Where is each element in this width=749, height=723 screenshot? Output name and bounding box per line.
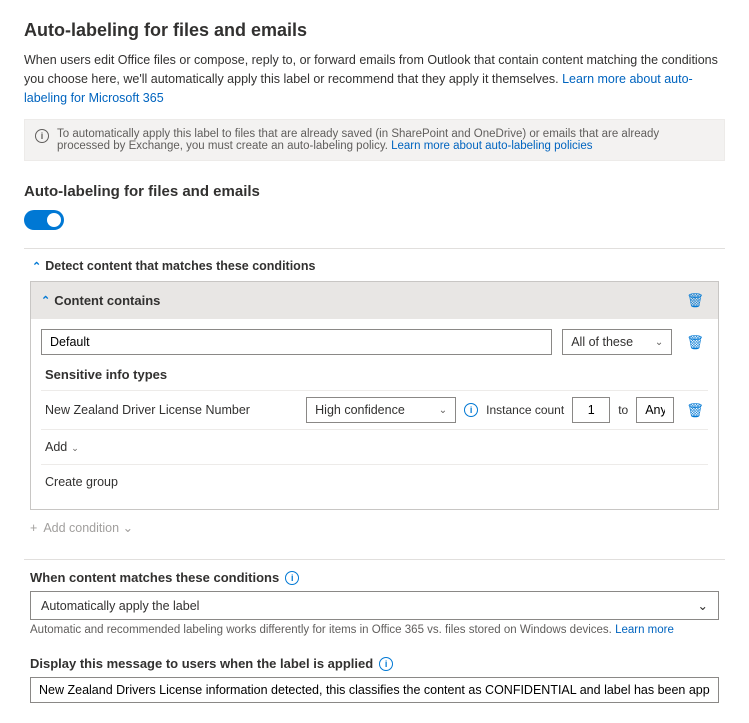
group-name-input[interactable] (41, 329, 552, 355)
info-icon[interactable]: i (285, 571, 299, 585)
info-icon[interactable]: i (464, 403, 478, 417)
display-message-label: Display this message to users when the l… (30, 656, 719, 671)
detect-conditions-header[interactable]: ⌃Detect content that matches these condi… (32, 259, 725, 273)
content-contains-header[interactable]: ⌃ Content contains 🗑 (31, 282, 718, 319)
chevron-down-icon: ⌄ (698, 598, 708, 613)
chevron-down-icon: ⌄ (123, 521, 133, 535)
info-banner: i To automatically apply this label to f… (24, 119, 725, 161)
plus-icon: + (30, 521, 37, 535)
instance-from-input[interactable] (572, 397, 610, 423)
instance-to-input[interactable] (636, 397, 674, 423)
operator-select[interactable]: All of these⌄ (562, 329, 672, 355)
delete-icon[interactable]: 🗑 (682, 400, 708, 421)
chevron-up-icon: ⌃ (41, 294, 50, 307)
page-description: When users edit Office files or compose,… (24, 51, 725, 107)
page-title: Auto-labeling for files and emails (24, 20, 725, 41)
sit-name: New Zealand Driver License Number (41, 403, 298, 417)
info-icon[interactable]: i (379, 657, 393, 671)
delete-icon[interactable]: 🗑 (682, 290, 708, 311)
content-contains-box: ⌃ Content contains 🗑 All of these⌄ 🗑 Sen… (30, 281, 719, 510)
sensitive-info-types-label: Sensitive info types (45, 367, 708, 382)
section-heading: Auto-labeling for files and emails (24, 183, 725, 200)
sensitive-info-row: New Zealand Driver License Number High c… (41, 390, 708, 429)
action-hint: Automatic and recommended labeling works… (30, 624, 719, 636)
divider (24, 559, 725, 560)
add-button[interactable]: Add⌄ (41, 429, 708, 464)
action-select[interactable]: Automatically apply the label⌄ (30, 591, 719, 620)
instance-count-label: Instance count (486, 403, 564, 417)
chevron-down-icon: ⌄ (439, 405, 447, 416)
chevron-up-icon: ⌃ (32, 260, 41, 273)
chevron-down-icon: ⌄ (71, 443, 79, 453)
learn-more-link[interactable]: Learn more (615, 624, 674, 636)
autolabel-toggle[interactable] (24, 210, 64, 230)
create-group-button[interactable]: Create group (41, 464, 708, 499)
display-message-input[interactable] (30, 677, 719, 703)
info-icon: i (35, 129, 49, 143)
when-matches-label: When content matches these conditions i (30, 570, 719, 585)
chevron-down-icon: ⌄ (655, 337, 663, 348)
confidence-select[interactable]: High confidence⌄ (306, 397, 456, 423)
divider (24, 248, 725, 249)
add-condition-button[interactable]: +Add condition ⌄ (30, 520, 719, 535)
info-banner-link[interactable]: Learn more about auto-labeling policies (391, 140, 592, 152)
delete-icon[interactable]: 🗑 (682, 332, 708, 353)
